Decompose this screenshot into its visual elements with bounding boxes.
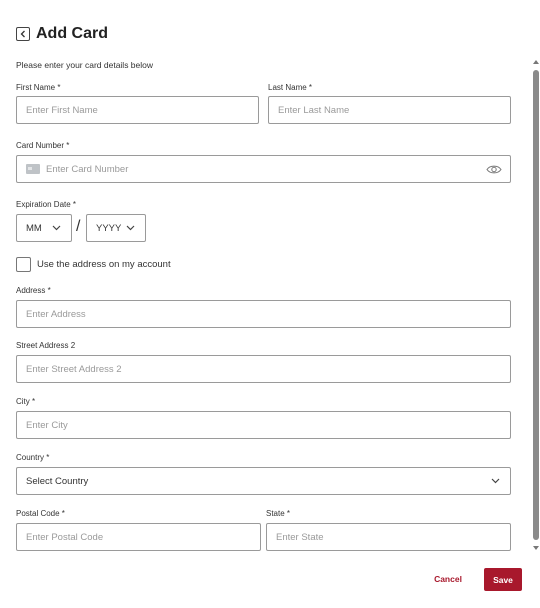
- state-placeholder: Enter State: [276, 531, 324, 543]
- expiration-year-value: YYYY: [96, 222, 122, 234]
- use-account-address-checkbox[interactable]: [16, 257, 31, 272]
- state-label: State *: [266, 509, 291, 518]
- use-account-address-label: Use the address on my account: [37, 259, 171, 270]
- cancel-button[interactable]: Cancel: [428, 566, 468, 592]
- first-name-placeholder: Enter First Name: [26, 104, 98, 116]
- country-value: Select Country: [26, 475, 89, 487]
- scroll-up-arrow-icon[interactable]: [533, 60, 539, 64]
- card-number-placeholder: Enter Card Number: [46, 163, 129, 175]
- scrollbar-thumb[interactable]: [533, 70, 539, 540]
- eye-icon[interactable]: [486, 164, 502, 175]
- state-field[interactable]: Enter State: [266, 523, 511, 551]
- first-name-label: First Name *: [16, 83, 61, 92]
- first-name-field[interactable]: Enter First Name: [16, 96, 259, 124]
- card-number-field[interactable]: Enter Card Number: [16, 155, 511, 183]
- last-name-label: Last Name *: [268, 83, 313, 92]
- expiration-month-select[interactable]: MM: [16, 214, 72, 242]
- street-address-2-placeholder: Enter Street Address 2: [26, 363, 122, 375]
- scrollbar[interactable]: [532, 60, 540, 550]
- back-button[interactable]: [16, 27, 30, 41]
- city-placeholder: Enter City: [26, 419, 68, 431]
- chevron-down-icon: [126, 225, 135, 231]
- postal-code-placeholder: Enter Postal Code: [26, 531, 104, 543]
- last-name-field[interactable]: Enter Last Name: [268, 96, 511, 124]
- chevron-down-icon: [491, 478, 500, 484]
- chevron-down-icon: [52, 225, 61, 231]
- postal-code-label: Postal Code *: [16, 509, 65, 518]
- expiration-year-select[interactable]: YYYY: [86, 214, 146, 242]
- country-select[interactable]: Select Country: [16, 467, 511, 495]
- address-placeholder: Enter Address: [26, 308, 86, 320]
- address-field[interactable]: Enter Address: [16, 300, 511, 328]
- city-label: City *: [16, 397, 36, 406]
- scroll-down-arrow-icon[interactable]: [533, 546, 539, 550]
- card-number-label: Card Number *: [16, 141, 70, 150]
- street-address-2-label: Street Address 2: [16, 341, 76, 350]
- chevron-left-icon: [20, 30, 25, 38]
- country-label: Country *: [16, 453, 50, 462]
- last-name-placeholder: Enter Last Name: [278, 104, 350, 116]
- postal-code-field[interactable]: Enter Postal Code: [16, 523, 261, 551]
- expiration-month-value: MM: [26, 222, 42, 234]
- address-label: Address *: [16, 286, 51, 295]
- expiration-date-label: Expiration Date *: [16, 200, 77, 209]
- save-button[interactable]: Save: [484, 568, 522, 591]
- page-title: Add Card: [36, 25, 108, 42]
- header: Add Card: [16, 22, 108, 46]
- street-address-2-field[interactable]: Enter Street Address 2: [16, 355, 511, 383]
- form-subtitle: Please enter your card details below: [16, 60, 154, 70]
- city-field[interactable]: Enter City: [16, 411, 511, 439]
- credit-card-icon: [26, 164, 40, 174]
- date-separator: /: [76, 218, 81, 235]
